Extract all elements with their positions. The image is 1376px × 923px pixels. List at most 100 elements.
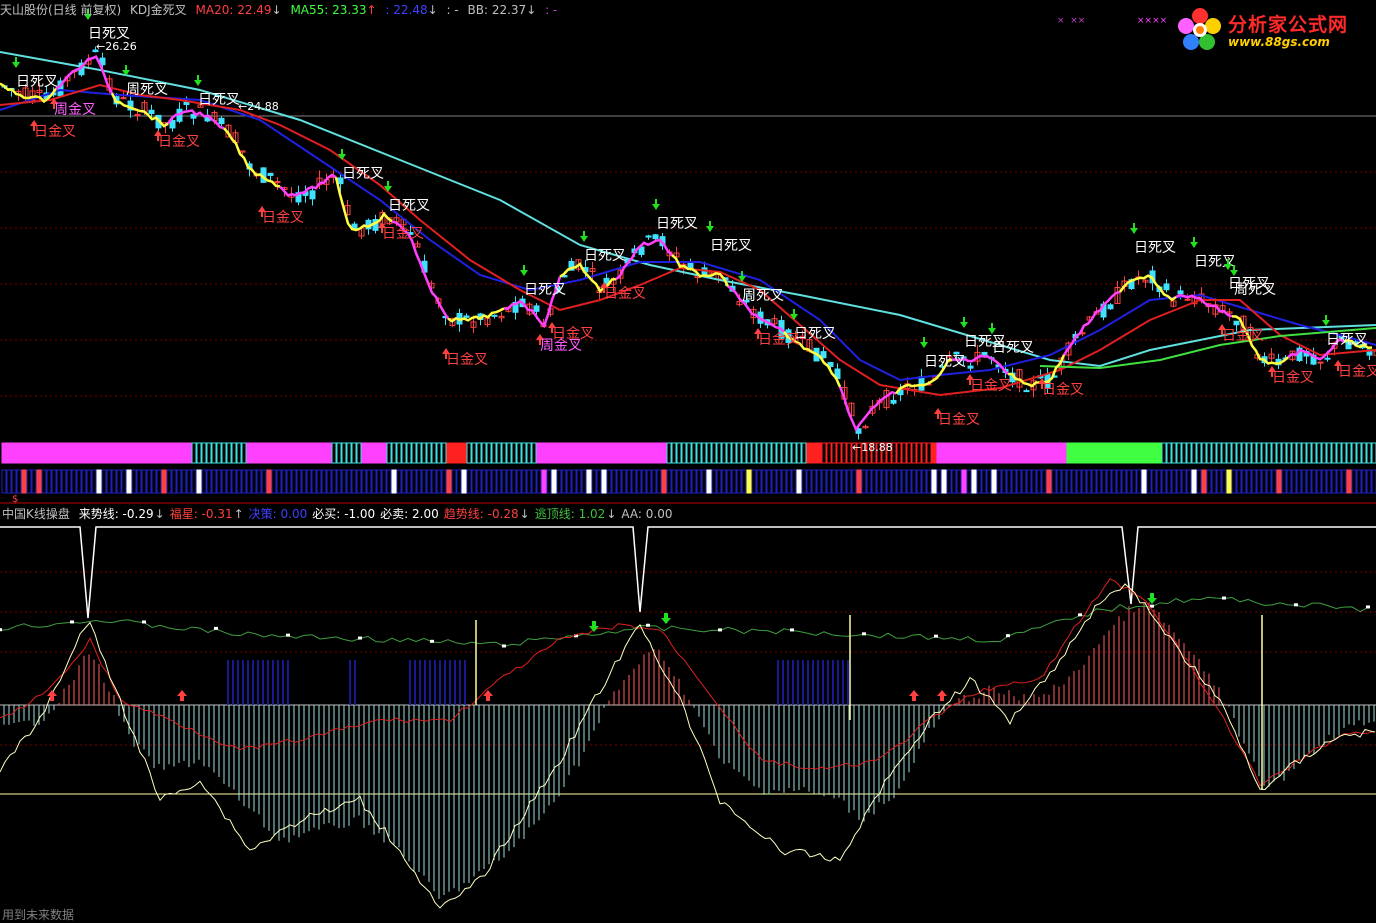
band-bottom-cell [1256, 469, 1262, 494]
band-bottom-cell [176, 469, 182, 494]
band-bottom-cell [766, 469, 772, 494]
band-top-cell [211, 442, 217, 464]
band-top-cell [1096, 442, 1102, 464]
band-top-cell [566, 442, 572, 464]
band-top-cell [616, 442, 622, 464]
band-top-cell [171, 442, 177, 464]
band-top-cell [441, 442, 447, 464]
band-top-cell [646, 442, 652, 464]
down-arrow-icon [988, 323, 996, 334]
band-bottom-cell [451, 469, 457, 494]
band-top-cell [701, 442, 707, 464]
band-bottom-cell [246, 469, 252, 494]
band-bottom-cell [311, 469, 317, 494]
band-top-cell [1331, 442, 1337, 464]
band-top-cell [291, 442, 297, 464]
signal-label: 日死叉 [1326, 332, 1368, 348]
signal-label: 日死叉 [342, 166, 384, 182]
band-top-cell [76, 442, 82, 464]
band-top-cell [46, 442, 52, 464]
band-top-cell [1191, 442, 1197, 464]
band-bottom-cell [846, 469, 852, 494]
bb-value: BB: 22.37↓ [468, 3, 537, 17]
signal-label: 周死叉 [1234, 282, 1276, 298]
candle [1317, 361, 1324, 364]
band-bottom-cell [411, 469, 417, 494]
band-bottom-cell [146, 469, 152, 494]
buy-arrow-icon [47, 690, 57, 701]
band-top-cell [1286, 442, 1292, 464]
escape-dot [286, 633, 290, 637]
band-top-cell [496, 442, 502, 464]
band-bottom-cell [751, 469, 757, 494]
band-top-cell [741, 442, 747, 464]
band-bottom-cell [66, 469, 72, 494]
band-top-cell [1156, 442, 1162, 464]
band-top-cell [561, 442, 567, 464]
band-top-cell [721, 442, 727, 464]
escape-dot [502, 644, 506, 648]
band-bottom-cell [506, 469, 512, 494]
band-bottom-cell [6, 469, 12, 494]
band-bottom-cell [1101, 469, 1107, 494]
candle [183, 101, 190, 106]
band-bottom-cell [981, 469, 987, 494]
logo-url: www.88gs.com [1228, 35, 1330, 49]
band-bottom-cell [1211, 469, 1217, 494]
band-bottom-cell [166, 469, 172, 494]
band-top-cell [801, 442, 807, 464]
candle [1184, 298, 1191, 301]
band-top-cell [941, 442, 947, 464]
band-bottom-cell [196, 469, 202, 494]
band-top-cell [1236, 442, 1242, 464]
band-bottom-cell [1021, 469, 1027, 494]
down-arrow-icon [1322, 315, 1330, 326]
band-top-cell [596, 442, 602, 464]
band-top-cell [151, 442, 157, 464]
candle [1233, 320, 1240, 326]
band-bottom-cell [576, 469, 582, 494]
band-top-cell [411, 442, 417, 464]
band-bottom-cell [1221, 469, 1227, 494]
band-bottom-cell [796, 469, 802, 494]
band-top-cell [21, 442, 27, 464]
band-top-cell [176, 442, 182, 464]
band-bottom-cell [1031, 469, 1037, 494]
band-top-cell [976, 442, 982, 464]
band-bottom-cell [1071, 469, 1077, 494]
band-bottom-cell [651, 469, 657, 494]
band-top-cell [1311, 442, 1317, 464]
band-bottom-cell [781, 469, 787, 494]
band-top-cell [306, 442, 312, 464]
band-bottom-cell [376, 469, 382, 494]
band-top-cell [1261, 442, 1267, 464]
band-top-cell [1231, 442, 1237, 464]
band-bottom-cell [1076, 469, 1082, 494]
candle [267, 172, 274, 176]
band-top-cell [631, 442, 637, 464]
band-bottom-cell [456, 469, 462, 494]
band-bottom-cell [606, 469, 612, 494]
escape-line [0, 596, 1369, 648]
band-bottom-cell [646, 469, 652, 494]
kdj-line [166, 109, 225, 130]
band-top-cell [781, 442, 787, 464]
band-bottom-cell [911, 469, 917, 494]
band-top-cell [331, 442, 337, 464]
band-bottom-cell [926, 469, 932, 494]
band-bottom-cell [806, 469, 812, 494]
band-top-cell [676, 442, 682, 464]
band-bottom-cell [581, 469, 587, 494]
band-top-cell [831, 442, 837, 464]
mid-arrow-icon: ↓ [427, 3, 438, 17]
band-bottom-cell [326, 469, 332, 494]
band-bottom-cell [431, 469, 437, 494]
band-bottom-cell [1251, 469, 1257, 494]
site-logo[interactable]: 分析家公式网 www.88gs.com [1172, 4, 1368, 54]
band-top-cell [401, 442, 407, 464]
band-top-cell [1046, 442, 1052, 464]
band-bottom-cell [1311, 469, 1317, 494]
band-bottom-cell [16, 469, 22, 494]
band-bottom-cell [426, 469, 432, 494]
band-bottom-cell [566, 469, 572, 494]
